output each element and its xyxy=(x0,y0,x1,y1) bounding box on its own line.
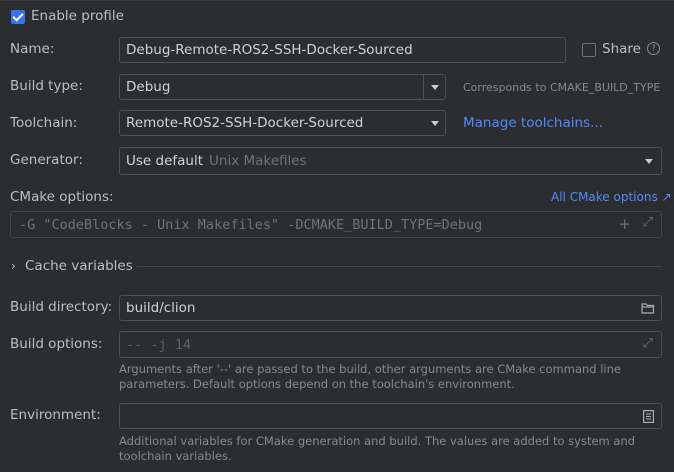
build-type-dropdown-arrow[interactable] xyxy=(423,75,445,99)
generator-value: Use default xyxy=(126,153,204,169)
expand-icon[interactable]: ⤢ xyxy=(643,215,653,230)
share-checkbox[interactable] xyxy=(582,43,596,57)
expand-icon[interactable]: ⤢ xyxy=(643,336,653,351)
toolchain-combo[interactable]: Remote-ROS2-SSH-Docker-Sourced xyxy=(119,110,446,136)
cache-variables-label[interactable]: Cache variables xyxy=(25,258,133,274)
chevron-down-icon xyxy=(430,120,439,126)
cmake-options-field[interactable]: -G "CodeBlocks - Unix Makefiles" -DCMAKE… xyxy=(10,211,662,238)
build-options-hint-line1: Arguments after '--' are passed to the b… xyxy=(119,362,621,376)
environment-hint: Additional variables for CMake generatio… xyxy=(119,434,664,464)
build-directory-value: build/clion xyxy=(126,300,196,316)
folder-icon[interactable] xyxy=(641,302,655,314)
help-icon[interactable]: ? xyxy=(647,42,660,55)
all-cmake-options-link[interactable]: All CMake options ↗ xyxy=(551,190,672,204)
toolchain-value: Remote-ROS2-SSH-Docker-Sourced xyxy=(126,115,364,131)
build-type-label: Build type: xyxy=(10,78,83,94)
environment-hint-line2: toolchain variables. xyxy=(119,449,232,463)
document-icon[interactable] xyxy=(643,410,654,423)
chevron-right-icon[interactable]: › xyxy=(11,259,16,273)
share-label: Share xyxy=(602,41,641,57)
build-directory-label: Build directory: xyxy=(10,299,113,315)
name-label: Name: xyxy=(10,41,55,57)
build-type-value: Debug xyxy=(126,79,171,95)
build-options-placeholder: -- -j 14 xyxy=(126,336,192,353)
enable-profile-checkbox[interactable] xyxy=(11,10,25,24)
generator-dropdown-arrow[interactable] xyxy=(637,148,661,174)
chevron-down-icon xyxy=(645,158,653,164)
build-type-hint: Corresponds to CMAKE_BUILD_TYPE xyxy=(463,81,661,94)
cmake-options-value: -G "CodeBlocks - Unix Makefiles" -DCMAKE… xyxy=(19,216,483,233)
build-type-combo[interactable]: Debug xyxy=(119,74,446,100)
build-directory-field[interactable]: build/clion xyxy=(119,295,662,321)
cmake-options-label: CMake options: xyxy=(10,189,114,205)
build-options-field[interactable]: -- -j 14 ⤢ xyxy=(119,331,662,358)
generator-label: Generator: xyxy=(10,152,83,168)
add-icon[interactable]: + xyxy=(618,215,631,233)
name-field[interactable]: Debug-Remote-ROS2-SSH-Docker-Sourced xyxy=(119,37,566,63)
build-options-label: Build options: xyxy=(10,336,103,352)
environment-field[interactable] xyxy=(119,403,662,429)
cache-divider xyxy=(137,266,662,267)
generator-combo[interactable]: Use default Unix Makefiles xyxy=(119,147,662,175)
environment-hint-line1: Additional variables for CMake generatio… xyxy=(119,434,636,448)
enable-profile-label: Enable profile xyxy=(31,8,124,24)
build-options-hint: Arguments after '--' are passed to the b… xyxy=(119,362,664,392)
top-divider xyxy=(0,0,674,1)
toolchain-label: Toolchain: xyxy=(10,115,78,131)
chevron-down-icon xyxy=(430,84,439,90)
name-value: Debug-Remote-ROS2-SSH-Docker-Sourced xyxy=(126,42,413,58)
toolchain-dropdown-arrow[interactable] xyxy=(424,111,445,135)
manage-toolchains-link[interactable]: Manage toolchains... xyxy=(463,115,603,131)
build-options-hint-line2: parameters. Default options depend on th… xyxy=(119,377,515,391)
generator-secondary: Unix Makefiles xyxy=(209,153,307,169)
environment-label: Environment: xyxy=(10,407,101,423)
